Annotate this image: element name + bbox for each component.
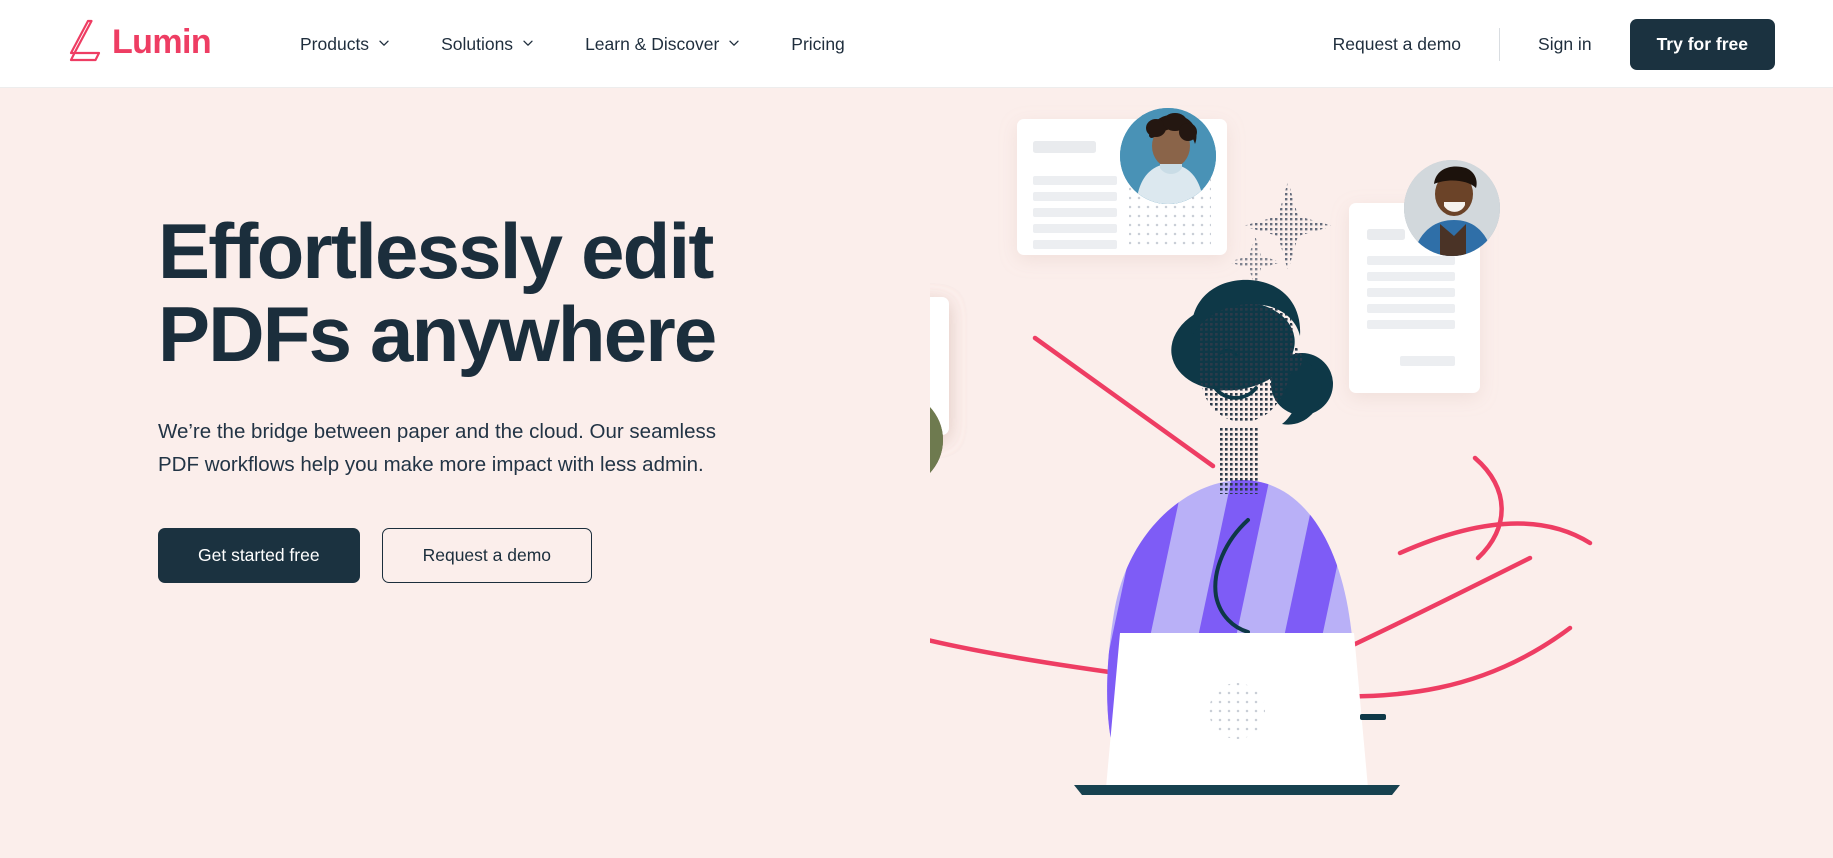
hero-title-line-2: PDFs anywhere	[158, 290, 717, 379]
hero-title-line-1: Effortlessly edit	[158, 207, 714, 295]
page-title: Effortlessly edit PDFs anywhere	[158, 207, 878, 379]
request-demo-button[interactable]: Request a demo	[381, 528, 593, 584]
sign-in-link[interactable]: Sign in	[1538, 34, 1630, 55]
brand-logo[interactable]: Lumin	[65, 19, 212, 63]
chevron-down-icon	[522, 37, 533, 48]
nav-item-solutions[interactable]: Solutions	[415, 0, 559, 88]
request-demo-link[interactable]: Request a demo	[1333, 34, 1499, 55]
get-started-free-button[interactable]: Get started free	[158, 528, 360, 584]
nav-item-label: Products	[300, 34, 370, 54]
header-divider	[1499, 27, 1501, 61]
nav-item-learn-and-discover[interactable]: Learn & Discover	[559, 0, 765, 88]
hero-subtitle: We’re the bridge between paper and the c…	[158, 419, 717, 477]
nav-item-label: Pricing	[791, 34, 845, 54]
hero-cta-group: Get started free Request a demo	[158, 528, 878, 584]
chevron-down-icon	[728, 37, 739, 48]
nav-item-products[interactable]: Products	[274, 0, 415, 88]
nav-item-label: Solutions	[441, 34, 514, 54]
site-header: Lumin Products Solutions Learn & Discove…	[0, 0, 1833, 88]
header-actions: Request a demo Sign in Try for free	[1333, 0, 1775, 88]
pdf-collaboration-illustration	[930, 88, 1833, 858]
try-for-free-button[interactable]: Try for free	[1629, 18, 1775, 70]
nav-item-pricing[interactable]: Pricing	[765, 0, 871, 88]
lumin-l-mark-icon	[65, 19, 103, 63]
hero-section: Effortlessly edit PDFs anywhere We’re th…	[0, 88, 1833, 858]
nav-item-label: Learn & Discover	[585, 34, 720, 54]
chevron-down-icon	[378, 37, 389, 48]
primary-navigation: Products Solutions Learn & Discover Pric…	[274, 0, 871, 88]
brand-name: Lumin	[112, 23, 212, 61]
hero-copy-block: Effortlessly edit PDFs anywhere We’re th…	[158, 207, 878, 584]
